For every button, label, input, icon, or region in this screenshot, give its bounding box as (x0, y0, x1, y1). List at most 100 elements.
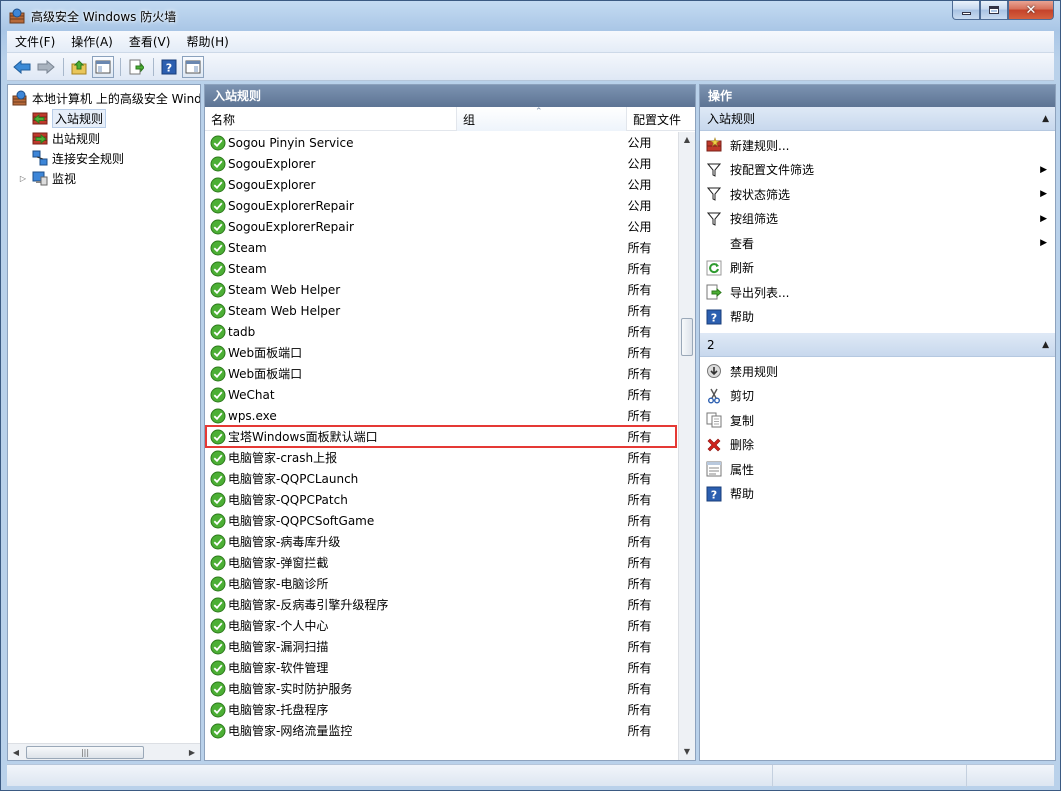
rules-list: Sogou Pinyin Service 公用 SogouExplorer 公用 Sog… (205, 132, 677, 760)
table-row[interactable]: Steam Web Helper 所有 (205, 300, 677, 321)
action-item[interactable]: 复制 (700, 408, 1055, 433)
table-row[interactable]: Web面板端口 所有 (205, 342, 677, 363)
rule-profile: 所有 (627, 682, 652, 696)
scroll-up-icon[interactable]: ▲ (679, 132, 695, 148)
table-row[interactable]: SogouExplorer 公用 (205, 153, 677, 174)
new-rule-icon (706, 137, 722, 153)
table-row[interactable]: Steam Web Helper 所有 (205, 279, 677, 300)
connection-security-icon (32, 150, 48, 166)
column-header-profile[interactable]: 配置文件 (627, 107, 695, 131)
table-row[interactable]: 电脑管家-弹窗拦截 所有 (205, 552, 677, 573)
table-row[interactable]: 电脑管家-QQPCLaunch 所有 (205, 468, 677, 489)
actions-section-inbound[interactable]: 入站规则 ▲ (700, 107, 1055, 131)
maximize-button[interactable] (980, 1, 1008, 20)
table-row[interactable]: SogouExplorerRepair 公用 (205, 195, 677, 216)
tree-item-outbound-rules[interactable]: 出站规则 (8, 128, 200, 148)
table-row[interactable]: 电脑管家-漏洞扫描 所有 (205, 636, 677, 657)
table-row[interactable]: WeChat 所有 (205, 384, 677, 405)
rule-profile: 所有 (627, 703, 652, 717)
tree-root[interactable]: 本地计算机 上的高级安全 Windows 防火墙 (8, 88, 200, 108)
table-row[interactable]: 电脑管家-QQPCPatch 所有 (205, 489, 677, 510)
up-level-button[interactable] (68, 56, 90, 78)
scroll-down-icon[interactable]: ▼ (679, 744, 695, 760)
table-row[interactable]: 宝塔Windows面板默认端口 所有 (205, 426, 677, 447)
action-item[interactable]: ? 帮助 (700, 305, 1055, 330)
filter-icon (706, 211, 722, 227)
table-row[interactable]: 电脑管家-QQPCSoftGame 所有 (205, 510, 677, 531)
table-row[interactable]: 电脑管家-crash上报 所有 (205, 447, 677, 468)
refresh-icon (706, 260, 722, 276)
help-button[interactable]: ? (158, 56, 180, 78)
rule-profile: 所有 (627, 325, 652, 339)
show-tree-button[interactable] (92, 55, 114, 78)
table-row[interactable]: 电脑管家-网络流量监控 所有 (205, 720, 677, 741)
table-row[interactable]: 电脑管家-软件管理 所有 (205, 657, 677, 678)
tree-item-connection-security-rules[interactable]: 连接安全规则 (8, 148, 200, 168)
collapse-arrow-icon[interactable]: ▲ (1042, 340, 1049, 350)
back-arrow-icon (13, 59, 31, 74)
help-icon: ? (706, 486, 722, 502)
table-row[interactable]: SogouExplorer 公用 (205, 174, 677, 195)
actions-section-title: 入站规则 (707, 112, 756, 126)
filter-icon (706, 186, 722, 202)
tree-item-monitoring[interactable]: ▷ 监视 (8, 168, 200, 188)
menu-action[interactable]: 操作(A) (63, 32, 121, 52)
action-item[interactable]: 剪切 (700, 384, 1055, 409)
action-item[interactable]: 删除 (700, 433, 1055, 458)
action-item[interactable]: 按组筛选 ▶ (700, 207, 1055, 232)
action-item[interactable]: 查看 ▶ (700, 231, 1055, 256)
table-row[interactable]: Steam 所有 (205, 258, 677, 279)
table-row[interactable]: 电脑管家-托盘程序 所有 (205, 699, 677, 720)
table-row[interactable]: 电脑管家-电脑诊所 所有 (205, 573, 677, 594)
table-row[interactable]: 电脑管家-病毒库升级 所有 (205, 531, 677, 552)
rules-vertical-scrollbar[interactable]: ▲ ▼ (678, 132, 695, 760)
rule-profile: 所有 (627, 283, 652, 297)
action-item[interactable]: 新建规则... (700, 133, 1055, 158)
column-header-name[interactable]: 名称 (205, 107, 457, 131)
table-row[interactable]: Steam 所有 (205, 237, 677, 258)
menu-view[interactable]: 查看(V) (121, 32, 179, 52)
column-header-group[interactable]: ⌃ 组 (457, 107, 627, 131)
menu-help[interactable]: 帮助(H) (178, 32, 236, 52)
rule-name: Steam (228, 261, 267, 276)
scrollbar-thumb[interactable] (681, 318, 693, 356)
show-action-pane-button[interactable] (182, 55, 204, 78)
action-item[interactable]: 属性 (700, 457, 1055, 482)
rule-enabled-icon (210, 471, 226, 486)
export-button[interactable] (125, 56, 147, 78)
forward-button[interactable] (35, 56, 57, 78)
actions-section-selected[interactable]: 2 ▲ (700, 333, 1055, 357)
table-row[interactable]: 电脑管家-实时防护服务 所有 (205, 678, 677, 699)
scroll-left-icon[interactable]: ◀ (8, 748, 24, 757)
scroll-right-icon[interactable]: ▶ (184, 748, 200, 757)
table-row[interactable]: 电脑管家-反病毒引擎升级程序 所有 (205, 594, 677, 615)
rule-enabled-icon (210, 639, 226, 654)
action-item[interactable]: 禁用规则 (700, 359, 1055, 384)
table-row[interactable]: wps.exe 所有 (205, 405, 677, 426)
table-row[interactable]: Web面板端口 所有 (205, 363, 677, 384)
title-bar[interactable]: 高级安全 Windows 防火墙 ✕ (1, 1, 1060, 31)
table-row[interactable]: 电脑管家-个人中心 所有 (205, 615, 677, 636)
back-button[interactable] (11, 56, 33, 78)
minimize-button[interactable] (952, 1, 980, 20)
action-item[interactable]: 导出列表... (700, 280, 1055, 305)
table-row[interactable]: tadb 所有 (205, 321, 677, 342)
menu-file[interactable]: 文件(F) (7, 32, 63, 52)
action-item[interactable]: 按状态筛选 ▶ (700, 182, 1055, 207)
submenu-arrow-icon: ▶ (1040, 164, 1047, 175)
sort-ascending-icon: ⌃ (535, 107, 543, 117)
console-tree: 本地计算机 上的高级安全 Windows 防火墙 入站规则 出站 (8, 85, 200, 740)
action-item[interactable]: 刷新 (700, 256, 1055, 281)
collapse-arrow-icon[interactable]: ▲ (1042, 114, 1049, 124)
scrollbar-thumb[interactable]: ||| (26, 745, 144, 759)
maximize-icon (989, 6, 999, 14)
tree-horizontal-scrollbar[interactable]: ◀ ||| ▶ (8, 743, 200, 760)
tree-item-inbound-rules[interactable]: 入站规则 (8, 108, 200, 128)
expand-arrow-icon[interactable]: ▷ (18, 174, 28, 183)
action-item[interactable]: 按配置文件筛选 ▶ (700, 158, 1055, 183)
table-row[interactable]: SogouExplorerRepair 公用 (205, 216, 677, 237)
close-button[interactable]: ✕ (1008, 1, 1054, 20)
rules-list-pane: 入站规则 名称 ⌃ 组 配置文件 Sogou Pinyin Service 公用 S… (204, 84, 696, 761)
action-item[interactable]: ? 帮助 (700, 482, 1055, 507)
table-row[interactable]: Sogou Pinyin Service 公用 (205, 132, 677, 153)
